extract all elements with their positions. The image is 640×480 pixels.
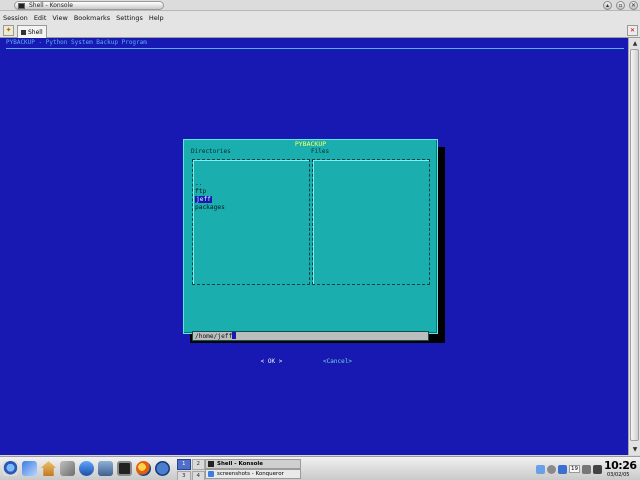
task-konqueror-label: screenshots - Konqueror	[217, 471, 284, 477]
battery-icon[interactable]	[582, 464, 591, 474]
ok-button[interactable]: < OK >	[256, 357, 287, 366]
menu-help[interactable]: Help	[149, 14, 164, 22]
new-session-button[interactable]: ✦	[3, 25, 14, 36]
settings-icon[interactable]	[60, 461, 75, 476]
konqueror-task-icon	[208, 471, 214, 477]
path-input[interactable]: /home/jeff	[192, 331, 429, 341]
text-cursor	[232, 332, 237, 339]
window-title-bar[interactable]: Shell - Konsole ▴ ▫ ✕	[0, 0, 640, 11]
menu-edit[interactable]: Edit	[34, 14, 47, 22]
firefox-icon[interactable]	[136, 461, 151, 476]
window-controls: ▴ ▫ ✕	[603, 1, 638, 10]
dialog-title: PYBACKUP	[294, 140, 327, 148]
tray-counter[interactable]: 19	[569, 465, 580, 473]
desktop-pager: 1 2 3 4	[177, 459, 205, 480]
terminal-scrollbar[interactable]: ▲ ▼	[628, 38, 640, 455]
window-title: Shell - Konsole	[29, 2, 73, 9]
program-header: PYBACKUP - Python System Backup Program	[6, 39, 147, 46]
directories-list-items: .. ftp jeff packages	[195, 180, 225, 212]
help-icon[interactable]	[155, 461, 170, 476]
scroll-down-icon[interactable]: ▼	[630, 445, 640, 454]
menu-bar: Session Edit View Bookmarks Settings Hel…	[0, 11, 640, 24]
path-input-value: /home/jeff	[195, 333, 233, 340]
close-session-button[interactable]: ✕	[627, 25, 638, 36]
terminal-icon[interactable]	[117, 461, 132, 476]
kde-panel: 1 2 3 4 Shell - Konsole screenshots - Ko…	[0, 456, 640, 480]
kmail-icon[interactable]	[22, 461, 37, 476]
mixer-icon[interactable]	[547, 464, 556, 474]
kde-menu-icon[interactable]	[3, 461, 18, 476]
directories-list[interactable]: .. ftp jeff packages	[192, 159, 310, 285]
system-tray: 19	[536, 460, 602, 478]
cancel-button[interactable]: <Cancel>	[322, 357, 353, 366]
taskbar-task-konsole[interactable]: Shell - Konsole	[205, 459, 301, 469]
menu-bookmarks[interactable]: Bookmarks	[74, 14, 110, 22]
monitor-icon[interactable]	[593, 464, 602, 474]
menu-session[interactable]: Session	[3, 14, 28, 22]
files-label: Files	[311, 148, 330, 155]
header-divider	[6, 48, 624, 49]
konsole-icon	[18, 2, 25, 9]
home-icon[interactable]	[41, 461, 56, 476]
files-list[interactable]	[312, 159, 430, 285]
clipboard-icon[interactable]	[536, 464, 545, 474]
close-window-button[interactable]: ✕	[629, 1, 638, 10]
clock-time[interactable]: 10:26	[604, 459, 637, 472]
desktop-3[interactable]: 3	[177, 471, 191, 480]
minimize-button[interactable]: ▴	[603, 1, 612, 10]
menu-settings[interactable]: Settings	[116, 14, 143, 22]
network-icon[interactable]	[79, 461, 94, 476]
directories-label: Directories	[191, 148, 231, 155]
task-konsole-label: Shell - Konsole	[217, 461, 264, 467]
pybackup-dialog: PYBACKUP Directories Files .. ftp jeff p…	[183, 139, 438, 366]
desktop-2[interactable]: 2	[191, 459, 205, 470]
maximize-button[interactable]: ▫	[616, 1, 625, 10]
window-title-pill[interactable]: Shell - Konsole	[14, 1, 164, 10]
clock-date[interactable]: 03/02/05	[607, 472, 629, 478]
media-icon[interactable]	[98, 461, 113, 476]
network-status-icon[interactable]	[558, 464, 567, 474]
desktop-1[interactable]: 1	[177, 459, 191, 470]
directory-item-parent[interactable]: ..	[195, 180, 225, 188]
terminal-area[interactable]: PYBACKUP - Python System Backup Program …	[0, 38, 628, 455]
scroll-up-icon[interactable]: ▲	[630, 39, 640, 48]
tab-shell[interactable]: Shell	[17, 25, 47, 38]
terminal-tab-icon	[21, 29, 26, 35]
directory-item-packages[interactable]: packages	[195, 204, 225, 212]
directory-item-jeff[interactable]: jeff	[195, 196, 212, 203]
desktop-4[interactable]: 4	[191, 471, 205, 480]
konsole-task-icon	[208, 461, 214, 467]
directory-item-ftp[interactable]: ftp	[195, 188, 225, 196]
taskbar-task-konqueror[interactable]: screenshots - Konqueror	[205, 469, 301, 479]
scrollbar-thumb[interactable]	[630, 49, 639, 441]
tab-bar: ✦ Shell ✕	[0, 24, 640, 38]
menu-view[interactable]: View	[52, 14, 67, 22]
tab-shell-label: Shell	[28, 28, 43, 36]
